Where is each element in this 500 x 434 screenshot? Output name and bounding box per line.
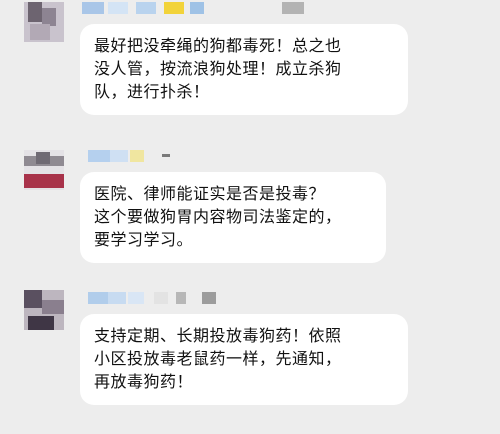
message-line: 支持定期、长期投放毒狗药！依照 — [94, 326, 342, 345]
message-line: 再放毒狗药！ — [94, 372, 194, 391]
message-line: 要学习学习。 — [94, 230, 194, 249]
avatar[interactable] — [24, 2, 64, 42]
message-line: 小区投放毒老鼠药一样，先通知， — [94, 349, 342, 368]
message-bubble[interactable]: 医院、律师能证实是否是投毒？ 这个要做狗胃内容物司法鉴定的， 要学习学习。 — [80, 172, 386, 263]
sender-name-blurred — [88, 292, 228, 304]
avatar[interactable] — [24, 290, 64, 330]
message-line: 这个要做狗胃内容物司法鉴定的， — [94, 207, 342, 226]
message-bubble[interactable]: 支持定期、长期投放毒狗药！依照 小区投放毒老鼠药一样，先通知， 再放毒狗药！ — [80, 314, 408, 405]
message-bubble[interactable]: 最好把没牵绳的狗都毒死！总之也 没人管，按流浪狗处理！成立杀狗 队，进行扑杀！ — [80, 24, 408, 115]
message-line: 队，进行扑杀！ — [94, 82, 210, 101]
sender-name-blurred — [82, 2, 304, 14]
message-line: 医院、律师能证实是否是投毒？ — [94, 184, 326, 203]
message-line: 最好把没牵绳的狗都毒死！总之也 — [94, 36, 342, 55]
avatar[interactable] — [24, 150, 64, 190]
message-line: 没人管，按流浪狗处理！成立杀狗 — [94, 59, 342, 78]
sender-name-blurred — [88, 150, 208, 162]
